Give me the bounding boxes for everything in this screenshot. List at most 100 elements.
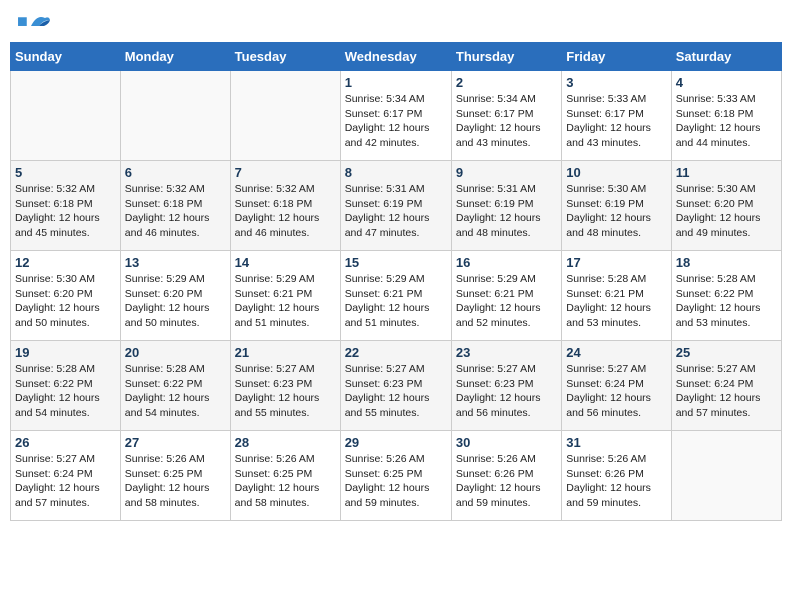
day-info: Sunrise: 5:32 AMSunset: 6:18 PMDaylight:…: [235, 182, 336, 241]
calendar-cell: 5Sunrise: 5:32 AMSunset: 6:18 PMDaylight…: [11, 161, 121, 251]
day-info: Sunrise: 5:26 AMSunset: 6:25 PMDaylight:…: [125, 452, 226, 511]
calendar-cell: 18Sunrise: 5:28 AMSunset: 6:22 PMDayligh…: [671, 251, 781, 341]
day-info: Sunrise: 5:32 AMSunset: 6:18 PMDaylight:…: [15, 182, 116, 241]
day-number: 28: [235, 435, 336, 450]
calendar-cell: 29 Sunrise: 5:26 AMSunset: 6:25 PMDayligh…: [340, 431, 451, 521]
calendar-cell: 13 Sunrise: 5:29 AMSunset: 6:20 PMDayligh…: [120, 251, 230, 341]
calendar-cell: 25Sunrise: 5:27 AMSunset: 6:24 PMDayligh…: [671, 341, 781, 431]
calendar-cell: 8 Sunrise: 5:31 AMSunset: 6:19 PMDaylight…: [340, 161, 451, 251]
day-info: Sunrise: 5:28 AMSunset: 6:22 PMDaylight:…: [15, 362, 116, 421]
day-info: Sunrise: 5:29 AMSunset: 6:20 PMDaylight:…: [125, 272, 226, 331]
day-info: Sunrise: 5:29 AMSunset: 6:21 PMDaylight:…: [235, 272, 336, 331]
logo: ■: [15, 15, 51, 32]
day-info: Sunrise: 5:29 AMSunset: 6:21 PMDaylight:…: [345, 272, 447, 331]
day-number: 31: [566, 435, 666, 450]
week-row-1: 1 Sunrise: 5:34 AMSunset: 6:17 PMDaylight…: [11, 71, 782, 161]
day-info: Sunrise: 5:32 AMSunset: 6:18 PMDaylight:…: [125, 182, 226, 241]
week-row-4: 19 Sunrise: 5:28 AMSunset: 6:22 PMDayligh…: [11, 341, 782, 431]
day-header-friday: Friday: [562, 43, 671, 71]
day-header-sunday: Sunday: [11, 43, 121, 71]
day-info: Sunrise: 5:27 AMSunset: 6:23 PMDaylight:…: [235, 362, 336, 421]
day-number: 23: [456, 345, 557, 360]
week-row-3: 12 Sunrise: 5:30 AMSunset: 6:20 PMDayligh…: [11, 251, 782, 341]
day-info: Sunrise: 5:30 AMSunset: 6:20 PMDaylight:…: [15, 272, 116, 331]
calendar-cell: [11, 71, 121, 161]
day-number: 8: [345, 165, 447, 180]
calendar-cell: 16Sunrise: 5:29 AMSunset: 6:21 PMDayligh…: [451, 251, 561, 341]
calendar-cell: 17Sunrise: 5:28 AMSunset: 6:21 PMDayligh…: [562, 251, 671, 341]
calendar-cell: 9 Sunrise: 5:31 AMSunset: 6:19 PMDaylight…: [451, 161, 561, 251]
day-info: Sunrise: 5:31 AMSunset: 6:19 PMDaylight:…: [456, 182, 557, 241]
day-number: 1: [345, 75, 447, 90]
day-number: 12: [15, 255, 116, 270]
day-info: Sunrise: 5:27 AMSunset: 6:24 PMDaylight:…: [566, 362, 666, 421]
calendar-cell: 15 Sunrise: 5:29 AMSunset: 6:21 PMDayligh…: [340, 251, 451, 341]
calendar-cell: 3Sunrise: 5:33 AMSunset: 6:17 PMDaylight…: [562, 71, 671, 161]
calendar-cell: [120, 71, 230, 161]
calendar-cell: 7 Sunrise: 5:32 AMSunset: 6:18 PMDaylight…: [230, 161, 340, 251]
day-info: Sunrise: 5:30 AMSunset: 6:20 PMDaylight:…: [676, 182, 777, 241]
calendar-cell: 27 Sunrise: 5:26 AMSunset: 6:25 PMDayligh…: [120, 431, 230, 521]
day-number: 27: [125, 435, 226, 450]
calendar-cell: 23 Sunrise: 5:27 AMSunset: 6:23 PMDayligh…: [451, 341, 561, 431]
day-header-monday: Monday: [120, 43, 230, 71]
day-info: Sunrise: 5:26 AMSunset: 6:25 PMDaylight:…: [345, 452, 447, 511]
calendar-cell: 30 Sunrise: 5:26 AMSunset: 6:26 PMDayligh…: [451, 431, 561, 521]
day-info: Sunrise: 5:27 AMSunset: 6:24 PMDaylight:…: [676, 362, 777, 421]
day-info: Sunrise: 5:26 AMSunset: 6:25 PMDaylight:…: [235, 452, 336, 511]
day-info: Sunrise: 5:33 AMSunset: 6:17 PMDaylight:…: [566, 92, 666, 151]
day-info: Sunrise: 5:27 AMSunset: 6:24 PMDaylight:…: [15, 452, 116, 511]
day-number: 29: [345, 435, 447, 450]
day-header-saturday: Saturday: [671, 43, 781, 71]
day-header-thursday: Thursday: [451, 43, 561, 71]
day-number: 21: [235, 345, 336, 360]
calendar-cell: 26 Sunrise: 5:27 AMSunset: 6:24 PMDayligh…: [11, 431, 121, 521]
logo-bird-icon: ■: [17, 11, 51, 32]
calendar-cell: 6 Sunrise: 5:32 AMSunset: 6:18 PMDaylight…: [120, 161, 230, 251]
day-number: 19: [15, 345, 116, 360]
day-number: 13: [125, 255, 226, 270]
calendar-cell: 31Sunrise: 5:26 AMSunset: 6:26 PMDayligh…: [562, 431, 671, 521]
day-header-tuesday: Tuesday: [230, 43, 340, 71]
day-number: 10: [566, 165, 666, 180]
calendar-cell: 2Sunrise: 5:34 AMSunset: 6:17 PMDaylight…: [451, 71, 561, 161]
day-number: 17: [566, 255, 666, 270]
day-number: 30: [456, 435, 557, 450]
day-info: Sunrise: 5:30 AMSunset: 6:19 PMDaylight:…: [566, 182, 666, 241]
day-number: 20: [125, 345, 226, 360]
week-row-5: 26 Sunrise: 5:27 AMSunset: 6:24 PMDayligh…: [11, 431, 782, 521]
calendar-table: SundayMondayTuesdayWednesdayThursdayFrid…: [10, 42, 782, 521]
calendar-cell: 21 Sunrise: 5:27 AMSunset: 6:23 PMDayligh…: [230, 341, 340, 431]
day-number: 26: [15, 435, 116, 450]
day-info: Sunrise: 5:29 AMSunset: 6:21 PMDaylight:…: [456, 272, 557, 331]
day-info: Sunrise: 5:28 AMSunset: 6:22 PMDaylight:…: [125, 362, 226, 421]
day-info: Sunrise: 5:27 AMSunset: 6:23 PMDaylight:…: [345, 362, 447, 421]
day-info: Sunrise: 5:33 AMSunset: 6:18 PMDaylight:…: [676, 92, 777, 151]
calendar-cell: 20 Sunrise: 5:28 AMSunset: 6:22 PMDayligh…: [120, 341, 230, 431]
calendar-cell: 4 Sunrise: 5:33 AMSunset: 6:18 PMDaylight…: [671, 71, 781, 161]
calendar-cell: 1 Sunrise: 5:34 AMSunset: 6:17 PMDaylight…: [340, 71, 451, 161]
day-number: 14: [235, 255, 336, 270]
day-number: 15: [345, 255, 447, 270]
calendar-cell: 10 Sunrise: 5:30 AMSunset: 6:19 PMDayligh…: [562, 161, 671, 251]
day-info: Sunrise: 5:34 AMSunset: 6:17 PMDaylight:…: [345, 92, 447, 151]
calendar-cell: 22Sunrise: 5:27 AMSunset: 6:23 PMDayligh…: [340, 341, 451, 431]
calendar-cell: 12 Sunrise: 5:30 AMSunset: 6:20 PMDayligh…: [11, 251, 121, 341]
day-number: 11: [676, 165, 777, 180]
day-number: 9: [456, 165, 557, 180]
calendar-cell: 11 Sunrise: 5:30 AMSunset: 6:20 PMDayligh…: [671, 161, 781, 251]
calendar-cell: 14 Sunrise: 5:29 AMSunset: 6:21 PMDayligh…: [230, 251, 340, 341]
day-number: 7: [235, 165, 336, 180]
calendar-cell: 28 Sunrise: 5:26 AMSunset: 6:25 PMDayligh…: [230, 431, 340, 521]
calendar-cell: [230, 71, 340, 161]
day-number: 6: [125, 165, 226, 180]
day-info: Sunrise: 5:27 AMSunset: 6:23 PMDaylight:…: [456, 362, 557, 421]
day-number: 24: [566, 345, 666, 360]
day-info: Sunrise: 5:26 AMSunset: 6:26 PMDaylight:…: [456, 452, 557, 511]
day-number: 2: [456, 75, 557, 90]
day-number: 4: [676, 75, 777, 90]
calendar-cell: [671, 431, 781, 521]
calendar-header-row: SundayMondayTuesdayWednesdayThursdayFrid…: [11, 43, 782, 71]
day-info: Sunrise: 5:31 AMSunset: 6:19 PMDaylight:…: [345, 182, 447, 241]
week-row-2: 5Sunrise: 5:32 AMSunset: 6:18 PMDaylight…: [11, 161, 782, 251]
